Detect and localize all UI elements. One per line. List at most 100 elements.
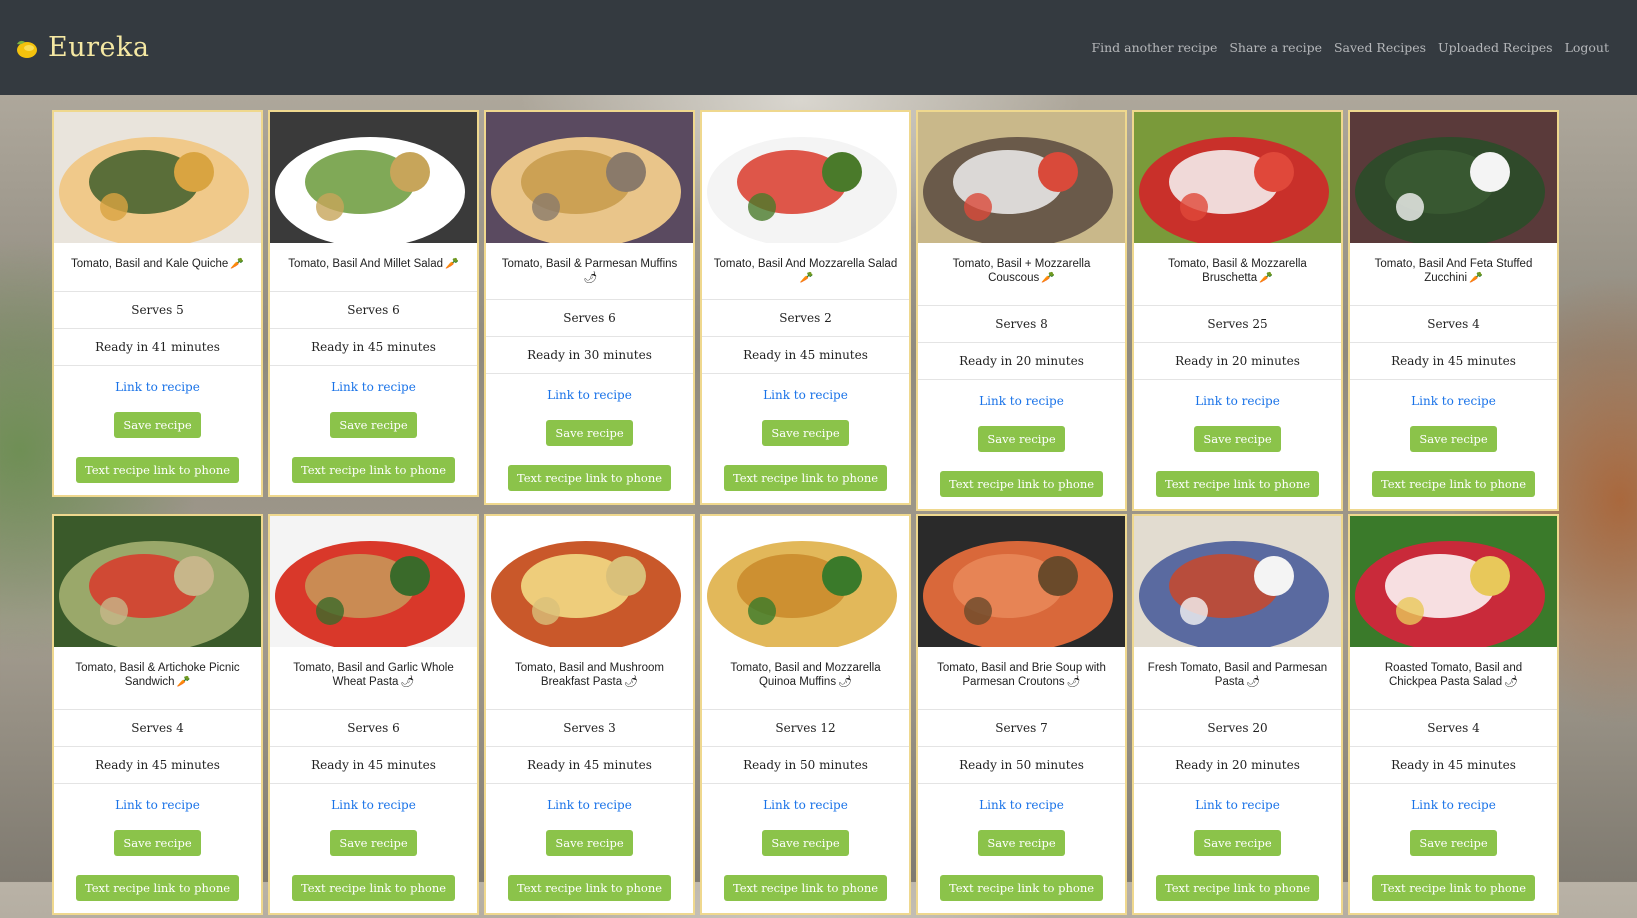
recipe-title: Tomato, Basil and Garlic Whole Wheat Pas… [270,647,477,710]
link-to-recipe[interactable]: Link to recipe [115,798,200,812]
save-recipe-button[interactable]: Save recipe [330,412,417,438]
text-recipe-link-button[interactable]: Text recipe link to phone [723,465,888,491]
link-to-recipe[interactable]: Link to recipe [1411,394,1496,408]
recipe-ready-time: Ready in 50 minutes [702,747,909,784]
nav-share-recipe[interactable]: Share a recipe [1229,40,1322,55]
recipe-image[interactable] [270,112,477,243]
pepper-icon: 🌶 [583,272,598,284]
nav-logout[interactable]: Logout [1565,40,1609,55]
text-recipe-link-button[interactable]: Text recipe link to phone [939,471,1104,497]
recipe-card: Roasted Tomato, Basil and Chickpea Pasta… [1348,514,1559,915]
recipe-serves: Serves 7 [918,710,1125,747]
recipe-image[interactable] [1350,516,1557,647]
recipe-image[interactable] [918,112,1125,243]
food-photo [486,112,693,243]
text-recipe-link-button[interactable]: Text recipe link to phone [507,465,672,491]
nav-saved-recipes[interactable]: Saved Recipes [1334,40,1426,55]
recipe-image[interactable] [486,112,693,243]
recipe-ready-time: Ready in 20 minutes [918,343,1125,380]
top-navbar: Eureka Find another recipe Share a recip… [0,0,1637,95]
text-recipe-link-button[interactable]: Text recipe link to phone [939,875,1104,901]
link-to-recipe[interactable]: Link to recipe [331,798,416,812]
save-recipe-button[interactable]: Save recipe [546,830,633,856]
recipe-image[interactable] [54,112,261,243]
food-photo [1350,112,1557,243]
link-to-recipe[interactable]: Link to recipe [547,388,632,402]
recipe-image[interactable] [486,516,693,647]
save-recipe-button[interactable]: Save recipe [546,420,633,446]
recipe-title-text: Tomato, Basil and Garlic Whole Wheat Pas… [293,662,454,688]
pepper-icon: 🌶 [1246,676,1261,688]
save-recipe-button[interactable]: Save recipe [978,830,1065,856]
save-recipe-button[interactable]: Save recipe [1410,830,1497,856]
link-to-recipe[interactable]: Link to recipe [547,798,632,812]
link-to-recipe[interactable]: Link to recipe [115,380,200,394]
recipe-image[interactable] [702,112,909,243]
text-recipe-link-button[interactable]: Text recipe link to phone [507,875,672,901]
save-recipe-button[interactable]: Save recipe [114,412,201,438]
text-recipe-link-button[interactable]: Text recipe link to phone [75,875,240,901]
recipe-image[interactable] [270,516,477,647]
pepper-icon: 🌶 [838,676,853,688]
recipe-serves: Serves 4 [1350,306,1557,343]
recipe-card: Tomato, Basil + Mozzarella Couscous 🥕 Ser… [916,110,1127,511]
nav-find-another-recipe[interactable]: Find another recipe [1091,40,1217,55]
recipe-title-text: Tomato, Basil And Millet Salad 🥕 [288,258,459,270]
recipe-title: Roasted Tomato, Basil and Chickpea Pasta… [1350,647,1557,710]
save-recipe-button[interactable]: Save recipe [978,426,1065,452]
link-to-recipe[interactable]: Link to recipe [1195,394,1280,408]
text-recipe-link-button[interactable]: Text recipe link to phone [1155,471,1320,497]
recipe-image[interactable] [54,516,261,647]
text-recipe-link-button[interactable]: Text recipe link to phone [291,457,456,483]
recipe-row: Tomato, Basil and Kale Quiche 🥕 Serves 5 … [52,110,1578,511]
recipe-image[interactable] [1134,516,1341,647]
link-to-recipe[interactable]: Link to recipe [763,798,848,812]
recipe-serves: Serves 3 [486,710,693,747]
link-to-recipe[interactable]: Link to recipe [979,394,1064,408]
recipe-image[interactable] [702,516,909,647]
save-recipe-button[interactable]: Save recipe [330,830,417,856]
link-to-recipe[interactable]: Link to recipe [331,380,416,394]
save-recipe-button[interactable]: Save recipe [762,830,849,856]
recipe-ready-time: Ready in 50 minutes [918,747,1125,784]
recipe-serves: Serves 20 [1134,710,1341,747]
text-recipe-link-button[interactable]: Text recipe link to phone [723,875,888,901]
save-recipe-button[interactable]: Save recipe [1410,426,1497,452]
recipe-actions: Link to recipe Save recipe Text recipe l… [918,380,1125,509]
link-to-recipe[interactable]: Link to recipe [1195,798,1280,812]
food-photo [270,112,477,243]
recipe-image[interactable] [1350,112,1557,243]
link-to-recipe[interactable]: Link to recipe [1411,798,1496,812]
text-recipe-link-button[interactable]: Text recipe link to phone [1155,875,1320,901]
recipe-card: Tomato, Basil And Mozzarella Salad🥕 Serv… [700,110,911,505]
recipe-actions: Link to recipe Save recipe Text recipe l… [270,784,477,913]
recipe-serves: Serves 6 [270,292,477,329]
recipe-card: Tomato, Basil and Mozzarella Quinoa Muff… [700,514,911,915]
recipe-title-text: Fresh Tomato, Basil and Parmesan Pasta 🌶 [1147,662,1328,688]
link-to-recipe[interactable]: Link to recipe [979,798,1064,812]
food-photo [918,112,1125,243]
text-recipe-link-button[interactable]: Text recipe link to phone [1371,875,1536,901]
link-to-recipe[interactable]: Link to recipe [763,388,848,402]
recipe-title: Tomato, Basil and Mozzarella Quinoa Muff… [702,647,909,710]
food-photo [54,516,261,647]
text-recipe-link-button[interactable]: Text recipe link to phone [1371,471,1536,497]
recipe-title-text: Tomato, Basil and Kale Quiche 🥕 [71,258,244,270]
food-photo [1134,112,1341,243]
recipe-title-text: Tomato, Basil And Feta Stuffed Zucchini 🥕 [1374,258,1533,284]
save-recipe-button[interactable]: Save recipe [1194,426,1281,452]
nav-uploaded-recipes[interactable]: Uploaded Recipes [1438,40,1553,55]
brand[interactable]: Eureka [14,32,149,63]
recipe-ready-time: Ready in 45 minutes [702,337,909,374]
recipe-image[interactable] [1134,112,1341,243]
recipe-actions: Link to recipe Save recipe Text recipe l… [1350,784,1557,913]
save-recipe-button[interactable]: Save recipe [762,420,849,446]
text-recipe-link-button[interactable]: Text recipe link to phone [291,875,456,901]
save-recipe-button[interactable]: Save recipe [114,830,201,856]
save-recipe-button[interactable]: Save recipe [1194,830,1281,856]
food-photo [1350,516,1557,647]
text-recipe-link-button[interactable]: Text recipe link to phone [75,457,240,483]
recipe-image[interactable] [918,516,1125,647]
nav-links: Find another recipe Share a recipe Saved… [1091,40,1609,55]
recipe-ready-time: Ready in 20 minutes [1134,747,1341,784]
